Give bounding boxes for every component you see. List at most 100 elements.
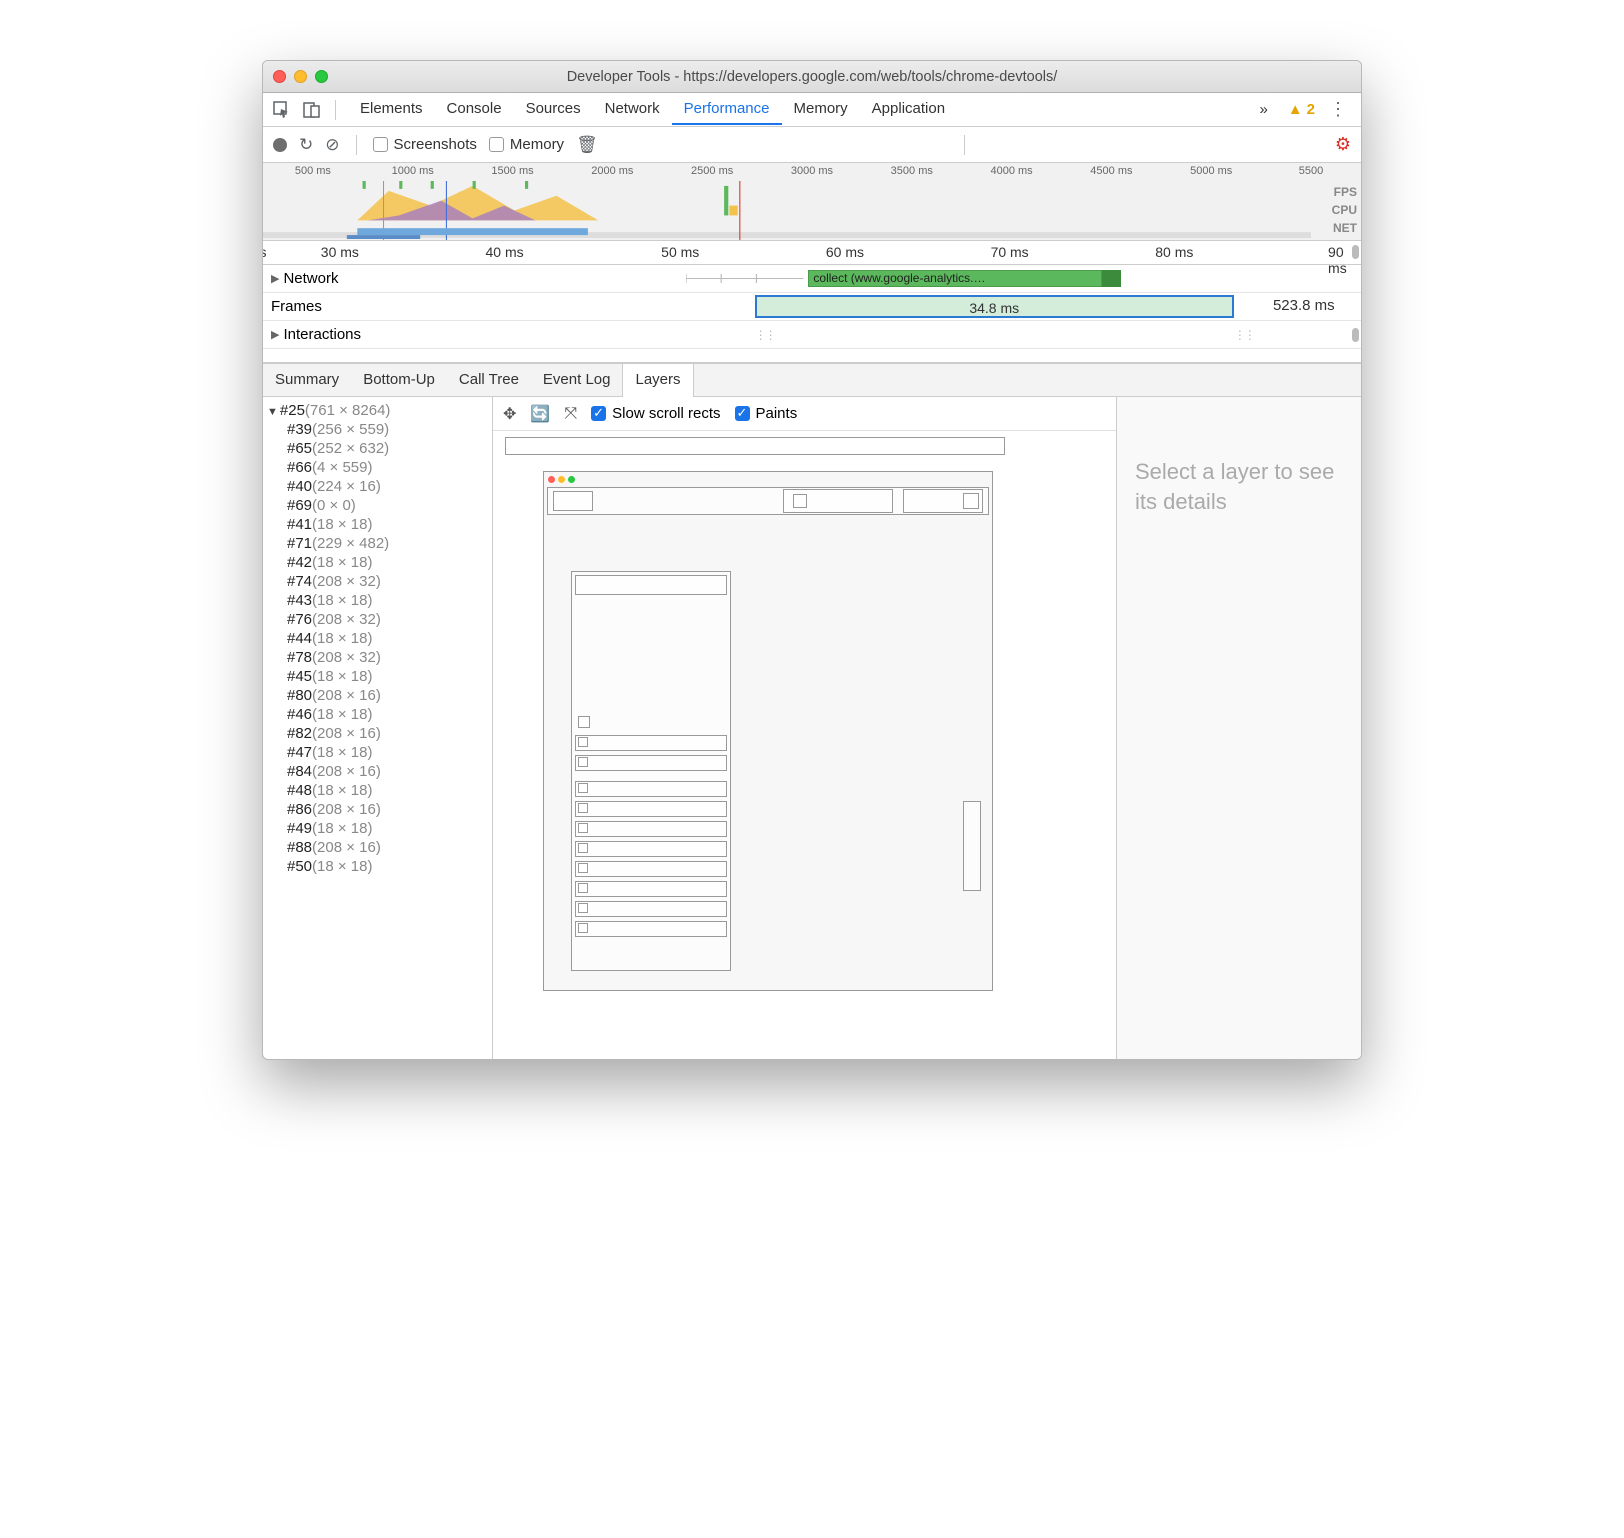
subtab-event-log[interactable]: Event Log: [531, 364, 623, 396]
warning-icon: ▲: [1288, 101, 1303, 118]
resize-grip-icon[interactable]: ⋮⋮: [755, 328, 775, 342]
layer-item[interactable]: #44(18 × 18): [263, 629, 492, 648]
layer-item[interactable]: #45(18 × 18): [263, 667, 492, 686]
checkbox-checked-icon: [591, 406, 606, 421]
layer-viz-panel: ✥ 🔄 ⤧ Slow scroll rects Paints: [493, 397, 1116, 1059]
track-label: ▶Network: [263, 270, 383, 287]
overview-tick: 4000 ms: [962, 163, 1062, 181]
scrollbar-thumb[interactable]: [1352, 328, 1359, 342]
slow-scroll-checkbox[interactable]: Slow scroll rects: [591, 405, 720, 422]
network-request-bar[interactable]: collect (www.google-analytics.…: [808, 270, 1101, 287]
frame-bar-selected[interactable]: 34.8 ms: [755, 295, 1234, 318]
ruler-tick: s: [262, 244, 267, 260]
scrollbar-thumb[interactable]: [1352, 245, 1359, 259]
layer-details-panel: Select a layer to see its details: [1116, 397, 1361, 1059]
subtab-summary[interactable]: Summary: [263, 364, 351, 396]
layer-item[interactable]: ▼#25(761 × 8264): [263, 401, 492, 420]
layer-item[interactable]: #86(208 × 16): [263, 800, 492, 819]
overview-tick: 4500 ms: [1062, 163, 1162, 181]
memory-checkbox[interactable]: Memory: [489, 136, 564, 153]
warnings-badge[interactable]: ▲ 2: [1288, 101, 1315, 118]
layer-item[interactable]: #80(208 × 16): [263, 686, 492, 705]
frame-duration-next: 523.8 ms: [1273, 297, 1335, 314]
subtab-bottom-up[interactable]: Bottom-Up: [351, 364, 447, 396]
ruler-tick: 60 ms: [826, 244, 864, 260]
window-title: Developer Tools - https://developers.goo…: [263, 69, 1361, 85]
viz-toolbar: ✥ 🔄 ⤧ Slow scroll rects Paints: [493, 397, 1116, 431]
track-spacer: [263, 349, 1361, 363]
layer-canvas[interactable]: [493, 431, 1116, 1059]
reload-icon[interactable]: ↻: [299, 135, 313, 155]
layer-item[interactable]: #46(18 × 18): [263, 705, 492, 724]
layer-item[interactable]: #49(18 × 18): [263, 819, 492, 838]
layer-item[interactable]: #76(208 × 32): [263, 610, 492, 629]
overview-panel[interactable]: 500 ms1000 ms1500 ms2000 ms2500 ms3000 m…: [263, 163, 1361, 241]
divider: [356, 135, 357, 155]
reset-icon[interactable]: ⤧: [564, 405, 577, 423]
inspect-icon[interactable]: [271, 99, 293, 121]
garbage-icon[interactable]: 🗑: [576, 135, 598, 155]
tab-memory[interactable]: Memory: [782, 94, 860, 125]
flamechart-ruler[interactable]: s30 ms40 ms50 ms60 ms70 ms80 ms90 ms: [263, 241, 1361, 265]
tab-elements[interactable]: Elements: [348, 94, 435, 125]
ruler-tick: 30 ms: [321, 244, 359, 260]
layer-item[interactable]: #42(18 × 18): [263, 553, 492, 572]
tab-console[interactable]: Console: [435, 94, 514, 125]
network-track[interactable]: ▶Network collect (www.google-analytics.…: [263, 265, 1361, 293]
details-placeholder: Select a layer to see its details: [1135, 457, 1343, 516]
layer-item[interactable]: #43(18 × 18): [263, 591, 492, 610]
layer-item[interactable]: #78(208 × 32): [263, 648, 492, 667]
tabs-overflow[interactable]: »: [1247, 95, 1279, 124]
checkbox-icon: [373, 137, 388, 152]
layer-item[interactable]: #48(18 × 18): [263, 781, 492, 800]
clear-icon[interactable]: ⊘: [325, 135, 339, 155]
panel-tabs: ElementsConsoleSourcesNetworkPerformance…: [348, 94, 1239, 125]
screenshots-checkbox[interactable]: Screenshots: [373, 136, 477, 153]
overview-charts: [263, 181, 1311, 240]
kebab-menu-icon[interactable]: ⋮: [1323, 99, 1353, 120]
titlebar: Developer Tools - https://developers.goo…: [263, 61, 1361, 93]
rotate-icon[interactable]: 🔄: [530, 404, 550, 424]
layer-item[interactable]: #82(208 × 16): [263, 724, 492, 743]
expand-icon[interactable]: ▶: [271, 272, 279, 285]
tab-application[interactable]: Application: [860, 94, 957, 125]
layer-item[interactable]: #66(4 × 559): [263, 458, 492, 477]
overview-tick: 500 ms: [263, 163, 363, 181]
layer-item[interactable]: #74(208 × 32): [263, 572, 492, 591]
device-icon[interactable]: [301, 99, 323, 121]
layer-item[interactable]: #65(252 × 632): [263, 439, 492, 458]
tab-sources[interactable]: Sources: [514, 94, 593, 125]
frames-track[interactable]: Frames 34.8 ms 523.8 ms: [263, 293, 1361, 321]
overview-tick: 5500: [1261, 163, 1361, 181]
record-button[interactable]: [273, 138, 287, 152]
layer-item[interactable]: #41(18 × 18): [263, 515, 492, 534]
tab-performance[interactable]: Performance: [672, 94, 782, 125]
pan-icon[interactable]: ✥: [503, 404, 516, 424]
expand-icon[interactable]: ▶: [271, 328, 279, 341]
checkbox-icon: [489, 137, 504, 152]
memory-label: Memory: [510, 136, 564, 153]
subtab-call-tree[interactable]: Call Tree: [447, 364, 531, 396]
tab-network[interactable]: Network: [593, 94, 672, 125]
perf-toolbar: ↻ ⊘ Screenshots Memory 🗑 ⚙: [263, 127, 1361, 163]
screenshots-label: Screenshots: [394, 136, 477, 153]
subtab-layers[interactable]: Layers: [622, 363, 693, 397]
interactions-track[interactable]: ▶Interactions ⋮⋮ ⋮⋮: [263, 321, 1361, 349]
overview-track-labels: FPS CPU NET: [1332, 183, 1357, 237]
overview-tick: 3000 ms: [762, 163, 862, 181]
collapse-icon[interactable]: ▼: [267, 406, 278, 418]
layer-item[interactable]: #50(18 × 18): [263, 857, 492, 876]
overview-tick: 3500 ms: [862, 163, 962, 181]
paints-checkbox[interactable]: Paints: [735, 405, 798, 422]
layer-item[interactable]: #40(224 × 16): [263, 477, 492, 496]
warning-count: 2: [1307, 101, 1315, 118]
layer-tree[interactable]: ▼#25(761 × 8264)#39(256 × 559)#65(252 × …: [263, 397, 493, 1059]
layer-item[interactable]: #88(208 × 16): [263, 838, 492, 857]
layer-item[interactable]: #71(229 × 482): [263, 534, 492, 553]
settings-gear-icon[interactable]: ⚙: [1335, 134, 1351, 155]
resize-grip-icon[interactable]: ⋮⋮: [1234, 328, 1254, 342]
layer-item[interactable]: #69(0 × 0): [263, 496, 492, 515]
layer-item[interactable]: #39(256 × 559): [263, 420, 492, 439]
layer-item[interactable]: #84(208 × 16): [263, 762, 492, 781]
layer-item[interactable]: #47(18 × 18): [263, 743, 492, 762]
